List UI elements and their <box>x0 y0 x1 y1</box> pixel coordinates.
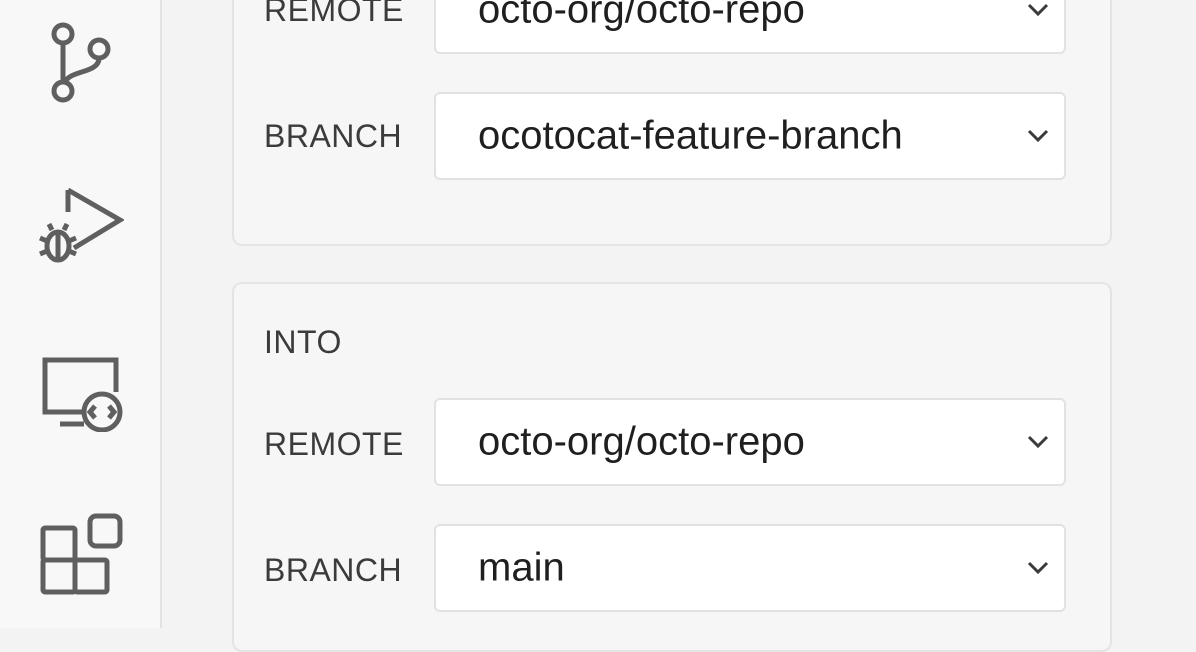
from-branch-select[interactable]: ocotocat-feature-branch <box>434 92 1066 180</box>
from-remote-label: REMOTE <box>264 0 404 28</box>
into-remote-value: octo-org/octo-repo <box>478 419 805 464</box>
from-branch-label: BRANCH <box>264 118 403 154</box>
run-and-debug-icon[interactable] <box>38 186 124 270</box>
remote-explorer-icon[interactable] <box>40 356 126 432</box>
into-remote-label: REMOTE <box>264 426 404 462</box>
into-branch-select[interactable]: main <box>434 524 1066 612</box>
chevron-down-icon <box>1027 561 1049 575</box>
into-branch-value: main <box>478 545 565 590</box>
merge-from-group: REMOTE octo-org/octo-repo BRANCH ocotoca… <box>232 0 1112 246</box>
merge-panel: REMOTE octo-org/octo-repo BRANCH ocotoca… <box>162 0 1196 652</box>
merge-into-group: INTO REMOTE octo-org/octo-repo BRANCH ma… <box>232 282 1112 652</box>
from-remote-select[interactable]: octo-org/octo-repo <box>434 0 1066 54</box>
extensions-icon[interactable] <box>38 512 126 596</box>
chevron-down-icon <box>1027 129 1049 143</box>
into-title: INTO <box>264 324 342 360</box>
from-branch-value: ocotocat-feature-branch <box>478 113 903 158</box>
source-control-icon[interactable] <box>46 22 116 106</box>
into-branch-label: BRANCH <box>264 552 403 588</box>
chevron-down-icon <box>1027 435 1049 449</box>
activity-bar <box>0 0 160 628</box>
chevron-down-icon <box>1027 3 1049 17</box>
into-remote-select[interactable]: octo-org/octo-repo <box>434 398 1066 486</box>
from-remote-value: octo-org/octo-repo <box>478 0 805 32</box>
